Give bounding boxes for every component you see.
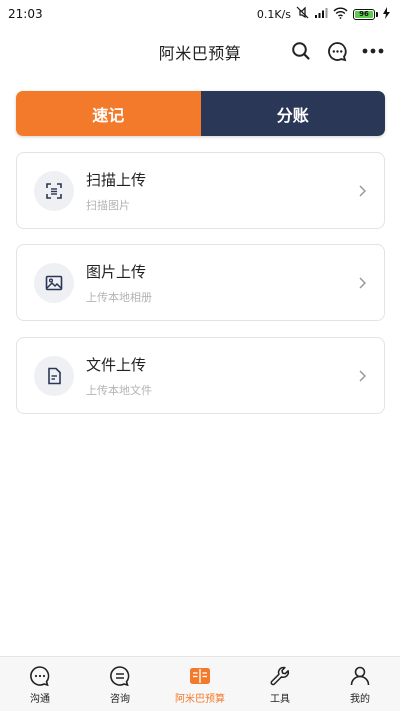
status-time: 21:03 — [8, 7, 43, 21]
card-title: 图片上传 — [86, 262, 147, 281]
network-speed: 0.1K/s — [256, 7, 291, 21]
more-icon[interactable] — [362, 40, 384, 62]
header-actions — [290, 40, 384, 62]
chevron-right-icon — [358, 369, 368, 383]
page-title: 阿米巴预算 — [158, 44, 242, 63]
file-upload-card[interactable]: 文件上传 上传本地文件 — [16, 337, 385, 414]
card-title: 文件上传 — [86, 355, 147, 374]
nav-item-consult[interactable]: 咨询 — [80, 657, 160, 711]
card-subtitle: 扫描图片 — [86, 198, 130, 212]
chat-bubble-icon — [28, 664, 52, 688]
message-icon[interactable] — [326, 40, 348, 62]
battery-level: 96 — [355, 10, 373, 18]
scan-upload-card[interactable]: 扫描上传 扫描图片 — [16, 152, 385, 229]
nav-label: 工具 — [270, 693, 290, 705]
mute-icon — [296, 6, 309, 22]
image-icon — [34, 262, 74, 303]
battery-icon: 96 — [353, 8, 378, 20]
nav-label: 阿米巴预算 — [175, 693, 225, 705]
card-subtitle: 上传本地相册 — [86, 290, 152, 304]
budget-book-icon — [188, 664, 212, 688]
card-title: 扫描上传 — [86, 170, 147, 189]
nav-item-profile[interactable]: 我的 — [320, 657, 400, 711]
image-upload-card[interactable]: 图片上传 上传本地相册 — [16, 244, 385, 321]
file-icon — [34, 355, 74, 396]
nav-label: 沟通 — [30, 693, 50, 705]
mode-segment: 速记 分账 — [16, 91, 385, 136]
app-header: 阿米巴预算 — [0, 32, 400, 72]
search-icon[interactable] — [290, 40, 312, 62]
charging-icon — [383, 6, 390, 22]
tab-quick-note[interactable]: 速记 — [16, 91, 201, 136]
status-indicators: 0.1K/s 96 — [257, 6, 390, 22]
nav-label: 咨询 — [110, 693, 130, 705]
signal-icon — [314, 7, 328, 22]
wrench-icon — [268, 664, 292, 688]
wifi-icon — [333, 7, 348, 22]
user-icon — [348, 664, 372, 688]
nav-item-budget[interactable]: 阿米巴预算 — [160, 657, 240, 711]
status-bar: 21:03 0.1K/s 96 — [0, 0, 400, 28]
consult-icon — [108, 664, 132, 688]
chevron-right-icon — [358, 184, 368, 198]
nav-label: 我的 — [350, 693, 370, 705]
tab-split-account[interactable]: 分账 — [200, 91, 385, 136]
bottom-nav: 沟通 咨询 阿米巴预算 工具 我的 — [0, 656, 400, 711]
nav-item-chat[interactable]: 沟通 — [0, 657, 80, 711]
card-subtitle: 上传本地文件 — [86, 383, 152, 397]
nav-item-tools[interactable]: 工具 — [240, 657, 320, 711]
scan-icon — [34, 170, 74, 211]
chevron-right-icon — [358, 276, 368, 290]
